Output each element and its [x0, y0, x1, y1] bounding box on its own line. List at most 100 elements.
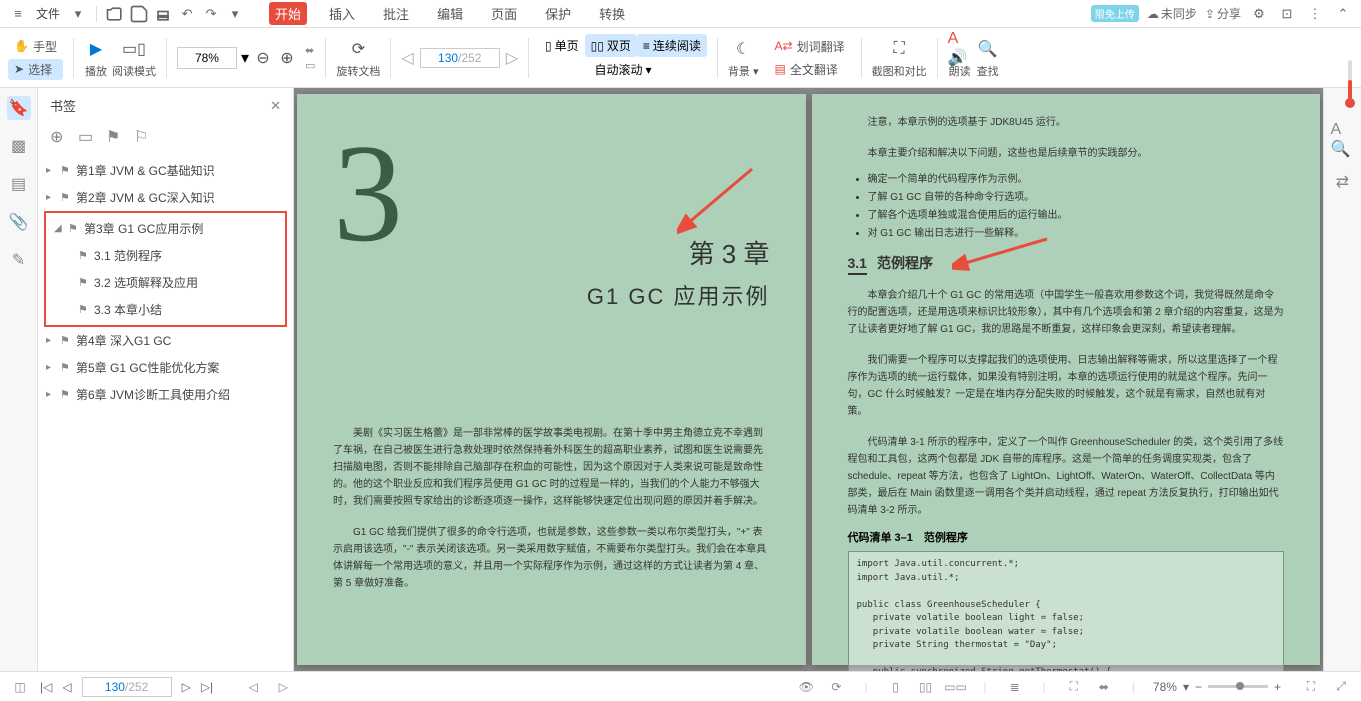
view-single-icon[interactable]: ▯ [886, 677, 906, 697]
tab-annotate[interactable]: 批注 [377, 2, 415, 25]
translate-icon[interactable]: ⇄ [1331, 170, 1355, 194]
save-icon[interactable] [129, 4, 149, 24]
dropdown-icon[interactable]: ▾ [225, 4, 245, 24]
zoom-in-icon[interactable]: ⊕ [277, 46, 297, 70]
settings-icon[interactable]: ⚙ [1249, 4, 1269, 24]
forward-icon[interactable]: ▷ [273, 677, 293, 697]
tree-item[interactable]: ▸⚑第1章 JVM & GC基础知识 [38, 157, 293, 184]
zoom-value[interactable]: 78% [1153, 680, 1177, 694]
redo-icon[interactable]: ↷ [201, 4, 221, 24]
tree-item[interactable]: ▸⚑第2章 JVM & GC深入知识 [38, 184, 293, 211]
tree-item[interactable]: ⚑3.1 范例程序 [70, 242, 285, 269]
screenshot-group[interactable]: ⛶ 截图和对比 [872, 37, 927, 79]
first-page-icon[interactable]: |◁ [40, 680, 52, 694]
fit-width-icon[interactable]: ⬌ [305, 44, 315, 57]
status-page-input[interactable]: 130/252 [82, 677, 172, 697]
open-icon[interactable] [105, 4, 125, 24]
rotate-group[interactable]: ⟳ 旋转文档 [336, 37, 380, 79]
fit-width-icon[interactable]: ⬌ [1094, 677, 1114, 697]
continuous-btn[interactable]: ≡ 连续阅读 [637, 34, 707, 57]
expand-icon[interactable]: ⤢ [1331, 677, 1351, 697]
document-viewer[interactable]: 3 第 3 章 G1 GC 应用示例 美剧《实习医生格蕾》是一部非常棒的医学故事… [294, 88, 1323, 671]
read-aloud-group[interactable]: A🔊 朗读 [948, 37, 972, 79]
bookmark-tree: ▸⚑第1章 JVM & GC基础知识 ▸⚑第2章 JVM & GC深入知识 ◢⚑… [38, 153, 293, 412]
collapse-all-icon[interactable]: ▭ [78, 127, 96, 145]
fullscreen-icon[interactable]: ⛶ [1301, 677, 1321, 697]
tab-page[interactable]: 页面 [485, 2, 523, 25]
zoom-out-icon[interactable]: − [1195, 680, 1202, 694]
collapse-icon[interactable]: ⌃ [1333, 4, 1353, 24]
view-book-icon[interactable]: ▭▭ [946, 677, 966, 697]
fit-page-icon[interactable]: ▭ [305, 59, 315, 72]
play-group[interactable]: ▶ 播放 [84, 37, 108, 79]
close-icon[interactable]: ✕ [270, 98, 281, 114]
bookmark-outline-icon[interactable]: ⚐ [134, 127, 152, 145]
dropdown-icon[interactable]: ▾ [68, 4, 88, 24]
sidebar-toggle-icon[interactable]: ◫ [10, 677, 30, 697]
section-title: 3.1范例程序 [848, 253, 1285, 273]
divider [861, 38, 862, 78]
file-menu[interactable]: 文件 [32, 5, 64, 22]
eye-icon[interactable]: 👁 [796, 677, 816, 697]
panel-title: 书签 [50, 96, 76, 115]
zoom-dropdown-icon[interactable]: ▾ [1183, 680, 1189, 694]
tab-start[interactable]: 开始 [269, 2, 307, 25]
attachment-tab-icon[interactable]: 📎 [7, 210, 31, 234]
tab-protect[interactable]: 保护 [539, 2, 577, 25]
view-continuous-icon[interactable]: ≣ [1005, 677, 1025, 697]
tree-item[interactable]: ◢⚑第3章 G1 GC应用示例 [46, 215, 285, 242]
next-page-icon[interactable]: ▷ [506, 48, 518, 68]
background-group[interactable]: ☾ 背景 ▾ [728, 37, 759, 79]
bookmark-icon[interactable]: ⚑ [106, 127, 124, 145]
prev-page-icon[interactable]: ◁ [62, 680, 71, 694]
zoom-out-icon[interactable]: ⊖ [253, 46, 273, 70]
page-input[interactable]: 130/252 [420, 48, 500, 68]
refresh-icon[interactable]: ⟳ [826, 677, 846, 697]
share-button[interactable]: ⇪ 分享 [1205, 5, 1241, 22]
upload-badge[interactable]: 限免上传 [1091, 5, 1139, 22]
fit-icon[interactable]: ⛶ [1064, 677, 1084, 697]
hamburger-icon[interactable]: ≡ [8, 4, 28, 24]
add-bookmark-icon[interactable]: ⊕ [50, 127, 68, 145]
full-translate-btn[interactable]: ▤ 全文翻译 [769, 59, 851, 80]
outline-tab-icon[interactable]: ▤ [7, 172, 31, 196]
hand-tool[interactable]: ✋ 手型 [8, 36, 63, 57]
zoom-dropdown-icon[interactable]: ▾ [241, 48, 249, 68]
tree-item[interactable]: ⚑3.2 选项解释及应用 [70, 269, 285, 296]
tab-insert[interactable]: 插入 [323, 2, 361, 25]
signature-tab-icon[interactable]: ✎ [7, 248, 31, 272]
find-group[interactable]: 🔍 查找 [976, 37, 1000, 79]
auto-scroll-btn[interactable]: 自动滚动 ▾ [539, 58, 707, 81]
print-icon[interactable] [153, 4, 173, 24]
search-icon[interactable]: A🔍 [1331, 128, 1355, 152]
back-icon[interactable]: ◁ [243, 677, 263, 697]
speaker-icon: A🔊 [948, 37, 972, 61]
single-page-btn[interactable]: ▯ 单页 [539, 34, 585, 57]
tab-edit[interactable]: 编辑 [431, 2, 469, 25]
view-double-icon[interactable]: ▯▯ [916, 677, 936, 697]
read-mode-group[interactable]: ▭▯ 阅读模式 [112, 37, 156, 79]
select-tool[interactable]: ➤ 选择 [8, 59, 63, 80]
bullet-list: 确定一个简单的代码程序作为示例。 了解 G1 GC 自带的各种命令行选项。 了解… [868, 170, 1285, 239]
double-page-btn[interactable]: ▯▯ 双页 [585, 34, 637, 57]
divider [325, 38, 326, 78]
zoom-input[interactable] [177, 47, 237, 69]
more-icon[interactable]: ⊡ [1277, 4, 1297, 24]
menu-dots-icon[interactable]: ⋮ [1305, 4, 1325, 24]
undo-icon[interactable]: ↶ [177, 4, 197, 24]
tab-convert[interactable]: 转换 [593, 2, 631, 25]
tree-item[interactable]: ▸⚑第5章 G1 GC性能优化方案 [38, 354, 293, 381]
tree-item[interactable]: ▸⚑第6章 JVM诊断工具使用介绍 [38, 381, 293, 408]
prev-page-icon[interactable]: ◁ [401, 48, 413, 68]
sync-status[interactable]: ☁ 未同步 [1147, 5, 1197, 22]
tree-item[interactable]: ⚑3.3 本章小结 [70, 296, 285, 323]
thumbnail-tab-icon[interactable]: ▩ [7, 134, 31, 158]
word-translate-btn[interactable]: A⇄ 划词翻译 [769, 36, 851, 57]
tree-item[interactable]: ▸⚑第4章 深入G1 GC [38, 327, 293, 354]
zoom-in-icon[interactable]: + [1274, 680, 1281, 694]
note-text: 注意，本章示例的选项基于 JDK8U45 运行。 [848, 114, 1285, 131]
zoom-slider[interactable] [1208, 685, 1268, 688]
next-page-icon[interactable]: ▷ [182, 680, 191, 694]
last-page-icon[interactable]: ▷| [201, 680, 213, 694]
bookmark-tab-icon[interactable]: 🔖 [7, 96, 31, 120]
